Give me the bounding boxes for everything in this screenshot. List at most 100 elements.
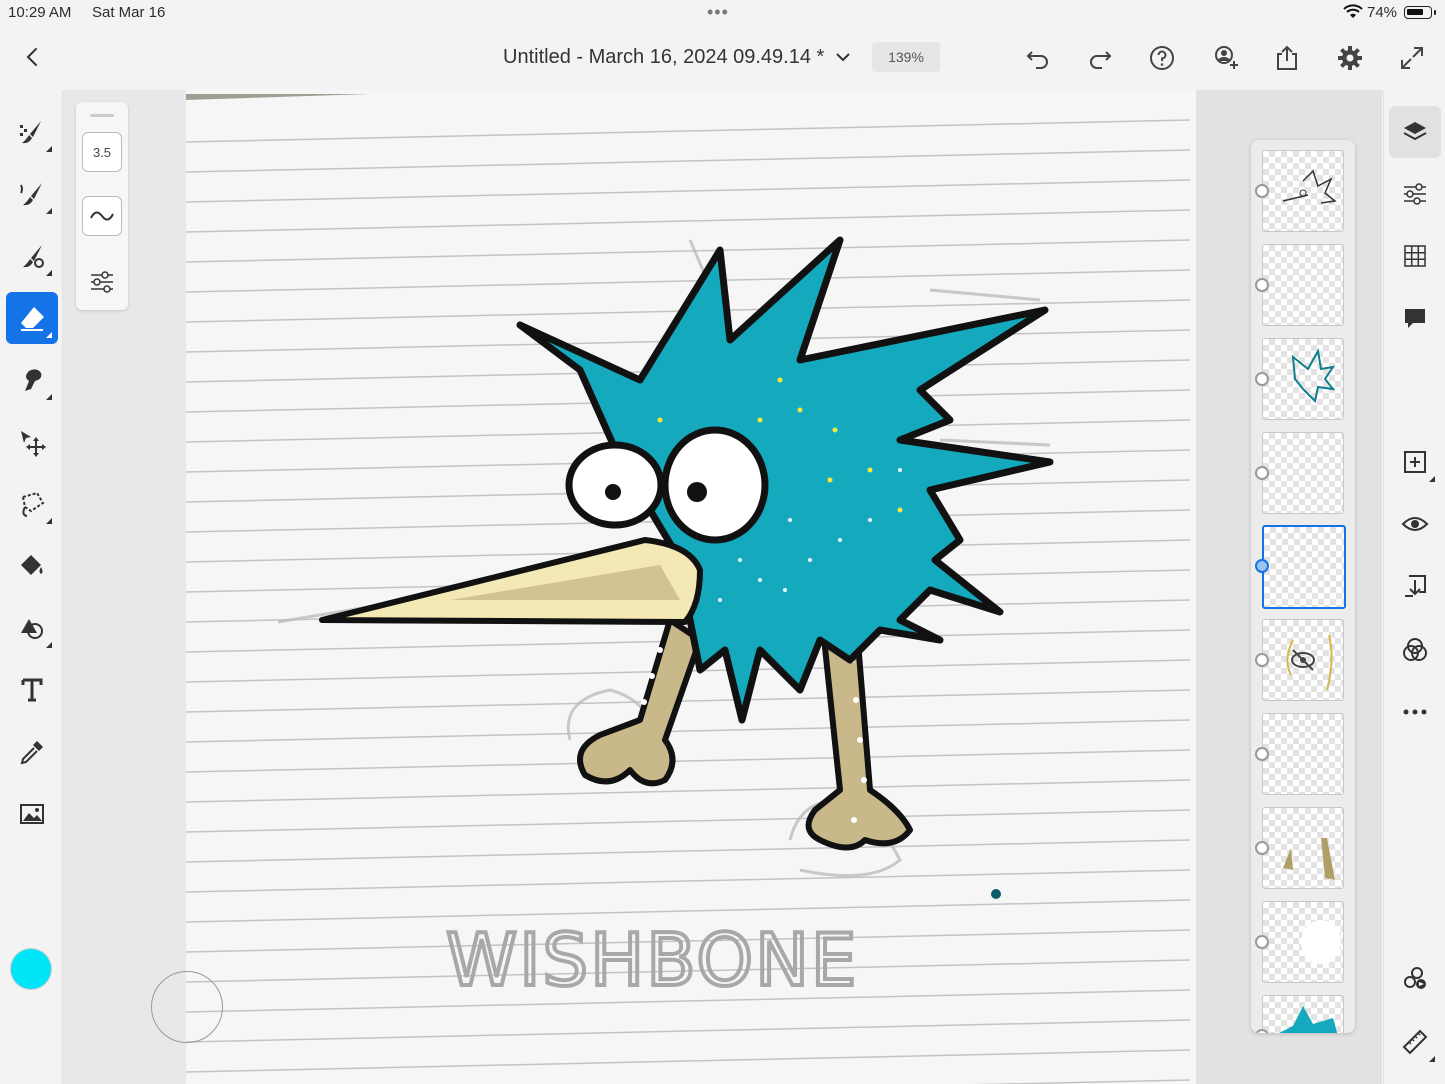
type-icon xyxy=(21,678,43,702)
undo-icon xyxy=(1026,51,1048,69)
timelapse-icon xyxy=(1404,967,1426,989)
layer-thumbnail[interactable] xyxy=(1262,807,1344,889)
layer-thumbnail[interactable] xyxy=(1262,995,1344,1033)
layer-radio-selected[interactable] xyxy=(1255,559,1269,573)
tools-toolbar xyxy=(0,90,63,1084)
layer-legfill-thumb xyxy=(1283,838,1335,880)
ruler-button[interactable] xyxy=(1389,1016,1441,1068)
layer-body-thumb xyxy=(1279,1006,1338,1033)
invite-button[interactable] xyxy=(1208,41,1242,75)
layer-thumbnail[interactable] xyxy=(1262,432,1344,514)
settings-button[interactable] xyxy=(1333,41,1367,75)
brush-settings-button[interactable] xyxy=(82,262,122,302)
eraser-icon xyxy=(21,307,44,331)
comments-button[interactable] xyxy=(1389,292,1441,344)
sliders-icon xyxy=(91,271,113,293)
more-options-button[interactable] xyxy=(1389,686,1441,738)
redo-button[interactable] xyxy=(1083,41,1117,75)
help-icon xyxy=(1150,46,1174,70)
layer-outline-thumb xyxy=(1291,348,1336,404)
layer-thumbnail[interactable] xyxy=(1262,338,1344,420)
multitasking-dots-icon[interactable]: ••• xyxy=(707,2,729,23)
merge-down-icon xyxy=(1405,575,1426,597)
layer-thumbnail[interactable] xyxy=(1262,244,1344,326)
layers-icon xyxy=(1403,122,1427,141)
adjustments-button[interactable] xyxy=(1389,168,1441,220)
status-bar: 10:29 AM Sat Mar 16 ••• 74% xyxy=(0,0,1445,26)
share-button[interactable] xyxy=(1270,41,1304,75)
panel-grabber[interactable] xyxy=(90,114,114,117)
eye-icon xyxy=(1401,517,1429,531)
layer-legs-thumb xyxy=(1286,634,1333,691)
type-tool[interactable] xyxy=(6,664,58,716)
fill-tool[interactable] xyxy=(6,540,58,592)
lasso-tool[interactable] xyxy=(6,478,58,530)
canvas[interactable]: WISHBONE xyxy=(63,90,1382,1084)
help-button[interactable] xyxy=(1145,41,1179,75)
layer-thumbnail[interactable] xyxy=(1262,150,1344,232)
tool-options-panel: 3.5 xyxy=(76,102,128,310)
eyedropper-tool[interactable] xyxy=(6,726,58,778)
live-brush-tool[interactable] xyxy=(6,168,58,220)
pixel-brush-tool[interactable] xyxy=(6,106,58,158)
touch-modifier[interactable] xyxy=(151,971,223,1043)
status-date: Sat Mar 16 xyxy=(92,4,166,21)
gear-icon xyxy=(1338,46,1362,70)
layer-radio[interactable] xyxy=(1255,935,1269,949)
wifi-icon xyxy=(1343,4,1363,18)
merge-down-button[interactable] xyxy=(1389,560,1441,612)
more-icon xyxy=(1403,709,1427,715)
layer-radio[interactable] xyxy=(1255,841,1269,855)
grid-icon xyxy=(1404,245,1426,267)
visibility-button[interactable] xyxy=(1389,498,1441,550)
ruler-icon xyxy=(1402,1029,1428,1055)
smoothing-button[interactable] xyxy=(82,196,122,236)
smudge-icon xyxy=(25,369,42,391)
layer-radio[interactable] xyxy=(1255,184,1269,198)
status-time: 10:29 AM xyxy=(8,4,72,21)
lasso-icon xyxy=(21,491,45,517)
undo-button[interactable] xyxy=(1021,41,1055,75)
layer-radio[interactable] xyxy=(1255,278,1269,292)
move-tool[interactable] xyxy=(6,416,58,468)
mixer-brush-tool[interactable] xyxy=(6,230,58,282)
eyedropper-icon xyxy=(20,741,43,765)
add-person-icon xyxy=(1215,46,1238,69)
back-button[interactable] xyxy=(18,42,48,72)
zoom-level-button[interactable]: 139% xyxy=(872,42,940,72)
layer-radio[interactable] xyxy=(1255,653,1269,667)
blend-icon xyxy=(1403,638,1427,661)
layer-thumbnail[interactable] xyxy=(1262,713,1344,795)
document-title[interactable]: Untitled - March 16, 2024 09.49.14 * xyxy=(503,46,824,69)
fullscreen-button[interactable] xyxy=(1395,41,1429,75)
place-image-tool[interactable] xyxy=(6,788,58,840)
battery-percentage: 74% xyxy=(1367,4,1398,21)
add-layer-icon xyxy=(1404,451,1426,473)
layer-radio[interactable] xyxy=(1255,372,1269,386)
chevron-down-icon[interactable] xyxy=(834,48,852,66)
layer-radio[interactable] xyxy=(1255,747,1269,761)
eraser-tool[interactable] xyxy=(6,292,58,344)
grid-button[interactable] xyxy=(1389,230,1441,282)
blend-mode-button[interactable] xyxy=(1389,624,1441,676)
paint-bucket-icon xyxy=(21,555,43,575)
layer-radio[interactable] xyxy=(1255,466,1269,480)
timelapse-button[interactable] xyxy=(1389,952,1441,1004)
layer-thumbnail[interactable] xyxy=(1262,901,1344,983)
smoothing-icon xyxy=(90,211,114,221)
layers-button[interactable] xyxy=(1389,106,1441,158)
move-icon xyxy=(21,431,46,457)
layer-eyes-thumb xyxy=(1301,920,1341,964)
expand-icon xyxy=(1401,47,1423,69)
mixer-brush-icon xyxy=(23,245,44,268)
shape-tool[interactable] xyxy=(6,602,58,654)
color-swatch[interactable] xyxy=(11,949,51,989)
add-layer-button[interactable] xyxy=(1389,436,1441,488)
layer-thumbnail-selected[interactable] xyxy=(1262,525,1346,609)
adjustments-icon xyxy=(1404,183,1426,205)
smudge-tool[interactable] xyxy=(6,354,58,406)
layer-sketch-thumb xyxy=(1282,169,1337,204)
layers-panel xyxy=(1251,140,1355,1033)
layer-thumbnail[interactable] xyxy=(1262,619,1344,701)
brush-size-control[interactable]: 3.5 xyxy=(82,132,122,172)
